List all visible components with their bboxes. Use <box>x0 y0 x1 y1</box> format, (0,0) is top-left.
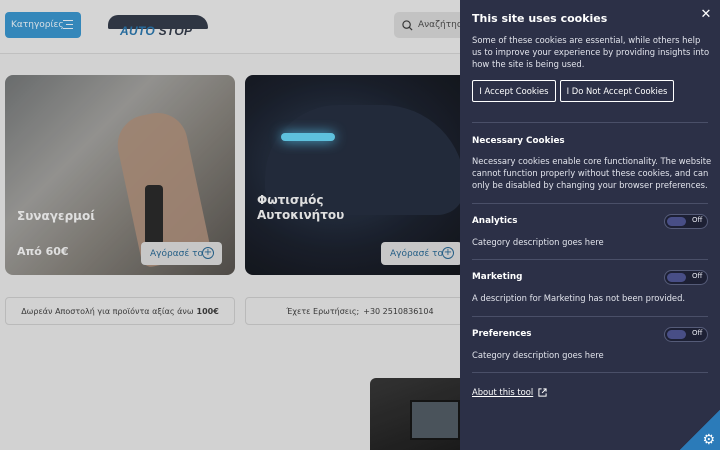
external-link-icon <box>538 387 547 397</box>
divider <box>472 259 708 260</box>
marketing-title: Marketing <box>472 272 523 282</box>
divider <box>472 316 708 317</box>
cookie-settings-button[interactable]: ⚙ <box>680 410 720 450</box>
preferences-desc: Category description goes here <box>472 350 604 360</box>
marketing-desc: A description for Marketing has not been… <box>472 293 686 303</box>
toggle-state: Off <box>692 216 703 224</box>
divider <box>472 372 708 373</box>
cookie-intro-text: Some of these cookies are essential, whi… <box>472 35 710 69</box>
analytics-title: Analytics <box>472 216 518 226</box>
toggle-state: Off <box>692 329 703 337</box>
about-tool-link[interactable]: About this tool <box>472 387 547 397</box>
accept-cookies-button[interactable]: I Accept Cookies <box>472 80 556 102</box>
divider <box>472 122 708 123</box>
toggle-state: Off <box>692 272 703 280</box>
necessary-cookies-title: Necessary Cookies <box>472 136 565 146</box>
page-dim-overlay <box>0 0 460 450</box>
divider <box>472 203 708 204</box>
preferences-toggle[interactable]: Off <box>664 327 708 342</box>
necessary-cookies-desc: Necessary cookies enable core functional… <box>472 156 712 190</box>
close-icon[interactable]: ✕ <box>698 7 714 23</box>
preferences-title: Preferences <box>472 329 532 339</box>
cookie-consent-panel: This site uses cookies ✕ Some of these c… <box>460 0 720 450</box>
toggle-knob <box>667 217 686 226</box>
gear-icon: ⚙ <box>702 432 715 448</box>
cookie-panel-title: This site uses cookies <box>472 12 608 25</box>
analytics-desc: Category description goes here <box>472 237 604 247</box>
toggle-knob <box>667 330 686 339</box>
marketing-toggle[interactable]: Off <box>664 270 708 285</box>
about-tool-label: About this tool <box>472 387 534 397</box>
toggle-knob <box>667 273 686 282</box>
reject-cookies-button[interactable]: I Do Not Accept Cookies <box>560 80 674 102</box>
analytics-toggle[interactable]: Off <box>664 214 708 229</box>
